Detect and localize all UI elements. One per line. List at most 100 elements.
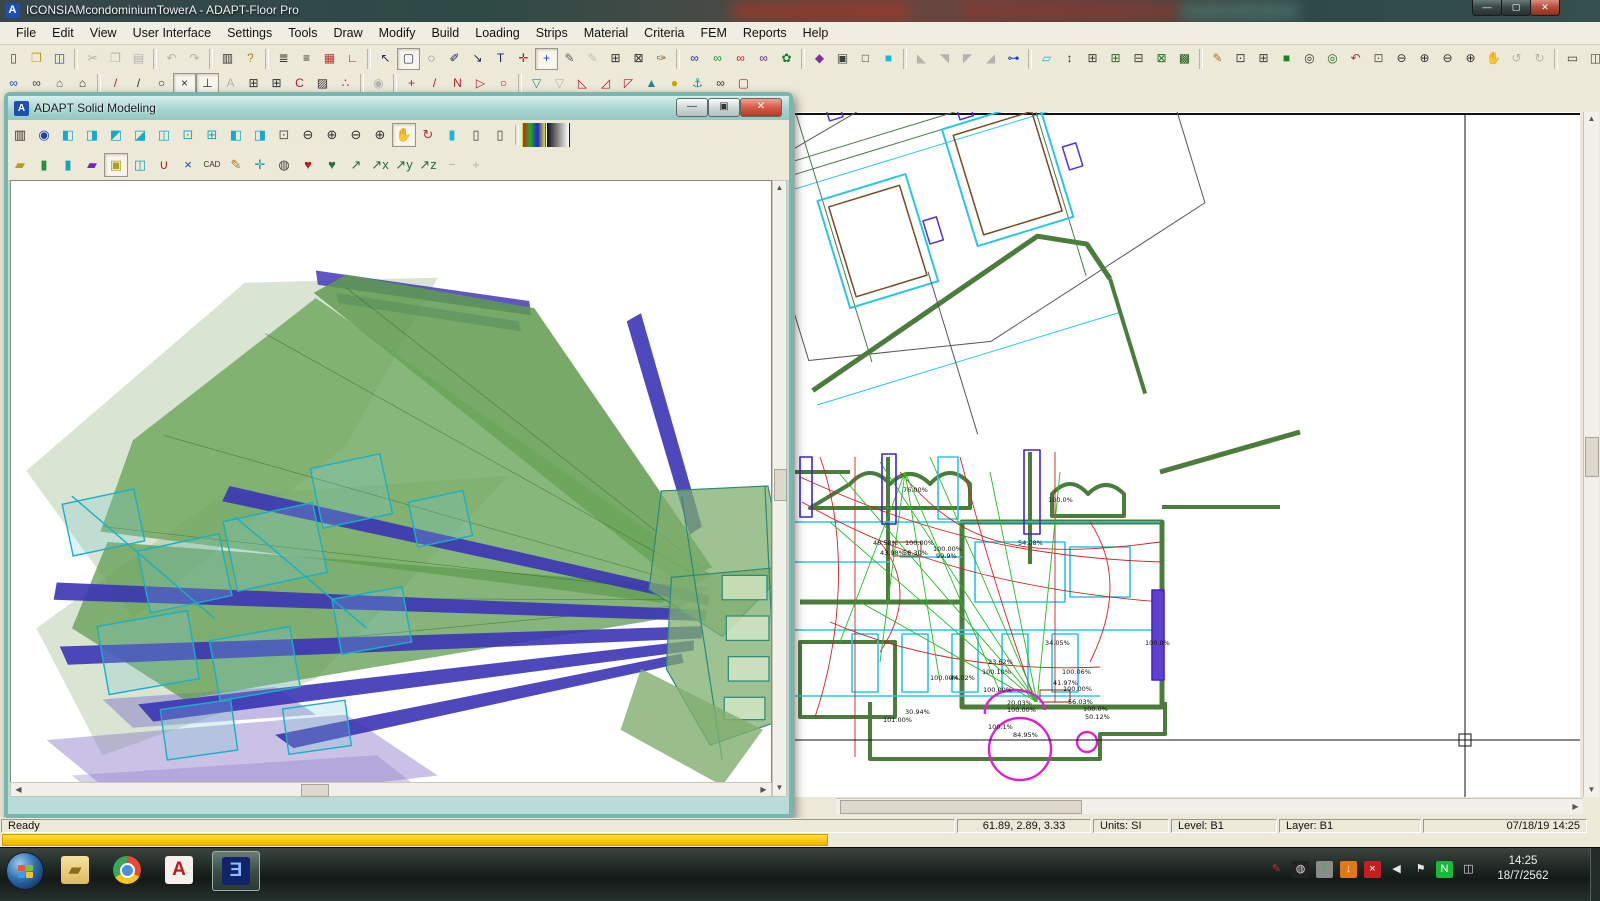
color-palette-icon[interactable]: ▦ [318,48,341,70]
maximize-button[interactable]: ▢ [1501,0,1531,16]
show-columns-icon[interactable]: ▮ [56,153,80,177]
select-path-icon[interactable]: ✐ [443,48,466,70]
zoom-out-icon[interactable]: ⊖ [344,123,368,147]
zoom-window-icon[interactable]: ⊡ [1367,48,1390,70]
paint-results-icon[interactable]: ✎ [1206,48,1229,70]
view-undo-icon[interactable]: ↶ [1344,48,1367,70]
menu-build[interactable]: Build [423,23,467,43]
show-points-icon[interactable]: ▣ [104,153,128,177]
mesh-dark-icon[interactable]: ▩ [1173,48,1196,70]
menu-view[interactable]: View [82,23,125,43]
window-split-icon[interactable]: ◫ [1584,48,1600,70]
usb-safely-remove-icon[interactable]: ✓ [1316,861,1333,878]
show-beams-icon[interactable]: ▰ [80,153,104,177]
taskbar-chrome-button[interactable] [104,851,150,889]
child-scroll-down[interactable]: ▼ [773,781,786,795]
scroll-right-arrow[interactable]: ▶ [1568,799,1583,814]
cylinder-hollow-2-icon[interactable]: ▯ [488,123,512,147]
child-scroll-left[interactable]: ◀ [11,783,26,796]
mesh-refine-icon[interactable]: ⊟ [1127,48,1150,70]
camera-snapshot-icon[interactable]: ◉ [32,123,56,147]
view-hidden-line-icon[interactable]: □ [854,48,877,70]
menu-fem[interactable]: FEM [692,23,734,43]
orbit-2-icon[interactable]: ◎ [1321,48,1344,70]
zoom-extents-icon[interactable]: ⊕ [1459,48,1482,70]
show-mesh-x-icon[interactable]: × [176,153,200,177]
menu-reports[interactable]: Reports [735,23,795,43]
cylinder-hollow-1-icon[interactable]: ▯ [464,123,488,147]
solid-box-2-icon[interactable]: ⊞ [1252,48,1275,70]
layers-icon[interactable]: ≣ [272,48,295,70]
no-signal-tray-icon[interactable]: × [1364,861,1381,878]
main-horizontal-scrollbar[interactable]: ▶ [836,798,1583,814]
view-cube-left-icon[interactable]: ◫ [152,123,176,147]
cad-underlay-icon[interactable]: CAD [200,153,224,177]
walk-z-icon[interactable]: ↗z [416,153,440,177]
mesh-generate-icon[interactable]: ⊞ [1081,48,1104,70]
view-cube-iso-3-icon[interactable]: ◧ [224,123,248,147]
zoom-in-1-icon[interactable]: ⊕ [1413,48,1436,70]
grayscale-gradient-icon[interactable] [546,123,570,147]
menu-settings[interactable]: Settings [219,23,280,43]
undo-icon[interactable]: ↶ [160,48,183,70]
zoom-previous-icon[interactable]: ⊖ [296,123,320,147]
child-close-button[interactable]: ✕ [740,98,782,117]
view-wireframe-icon[interactable]: ▣ [831,48,854,70]
help-icon[interactable]: ? [239,48,262,70]
taskbar-adapt-button[interactable]: Ǝ [212,851,260,891]
color-bars-icon[interactable] [522,123,546,147]
show-desktop-button[interactable] [1590,848,1600,901]
select-window-icon[interactable]: ▢ [397,48,420,70]
menu-modify[interactable]: Modify [371,23,424,43]
select-chain-icon[interactable]: ↘ [466,48,489,70]
rotate-view-icon[interactable]: ↻ [416,123,440,147]
view-glasses-blue-icon[interactable]: ∞ [683,48,706,70]
cylinder-solid-icon[interactable]: ▮ [440,123,464,147]
select-arrow-icon[interactable]: ↖ [374,48,397,70]
menu-criteria[interactable]: Criteria [636,23,692,43]
region-dialog-icon[interactable]: ⊠ [627,48,650,70]
transform-b-icon[interactable]: ◥ [933,48,956,70]
solid-box-1-icon[interactable]: ⊡ [1229,48,1252,70]
solid-green-icon[interactable]: ■ [1275,48,1298,70]
menu-loading[interactable]: Loading [467,23,528,43]
idm-tray-icon[interactable]: ↓ [1340,861,1357,878]
transform-a-icon[interactable]: ◣ [910,48,933,70]
walk-y-icon[interactable]: ↗y [392,153,416,177]
main-vertical-scrollbar[interactable]: ▲ ▼ [1583,112,1599,797]
mesh-green-2-icon[interactable]: ⊠ [1150,48,1173,70]
user-axes-icon[interactable]: ∟ [341,48,364,70]
rotate-disk-icon[interactable]: ◍ [272,153,296,177]
view-cube-top-icon[interactable]: ◧ [56,123,80,147]
taskbar-clock[interactable]: 14:25 18/7/2562 [1478,854,1568,884]
scroll-down-arrow[interactable]: ▼ [1584,783,1599,797]
menu-file[interactable]: File [8,23,44,43]
close-button[interactable]: ✕ [1530,0,1560,16]
taskbar-autocad-button[interactable]: A [156,851,202,889]
view-glasses-red-icon[interactable]: ∞ [729,48,752,70]
pan-hand-icon[interactable]: ✋ [1482,48,1505,70]
node-edit-icon[interactable]: ✛ [512,48,535,70]
pencil-add-icon[interactable]: ✎ [581,48,604,70]
slab-region-icon[interactable]: ▱ [1035,48,1058,70]
print-view-icon[interactable]: ▥ [8,123,32,147]
show-tables-icon[interactable]: ◫ [128,153,152,177]
child-restore-button[interactable]: ▣ [708,98,740,117]
view-cube-iso-4-icon[interactable]: ◨ [248,123,272,147]
view-glasses-green-icon[interactable]: ∞ [706,48,729,70]
floor-plan-view[interactable]: 76.00%100.0%48.58%100.00%100.00%54.08%43… [795,112,1580,797]
menu-edit[interactable]: Edit [44,23,82,43]
open-folder-icon[interactable]: ❒ [25,48,48,70]
walk-through-icon[interactable]: ↗ [344,153,368,177]
menu-help[interactable]: Help [795,23,837,43]
zoom-window-icon[interactable]: ⊡ [272,123,296,147]
walk-x-icon[interactable]: ↗x [368,153,392,177]
child-horizontal-scrollbar[interactable]: ◀ ▶ [10,782,772,797]
wizard-wand-icon[interactable]: ✑ [650,48,673,70]
window-single-icon[interactable]: ▭ [1561,48,1584,70]
move-model-icon[interactable]: ✛ [248,153,272,177]
solid-model-3d-view[interactable] [10,180,772,797]
view-cube-iso-1-icon[interactable]: ⊡ [176,123,200,147]
menu-strips[interactable]: Strips [528,23,576,43]
shrink-view-icon[interactable]: ↕ [1058,48,1081,70]
